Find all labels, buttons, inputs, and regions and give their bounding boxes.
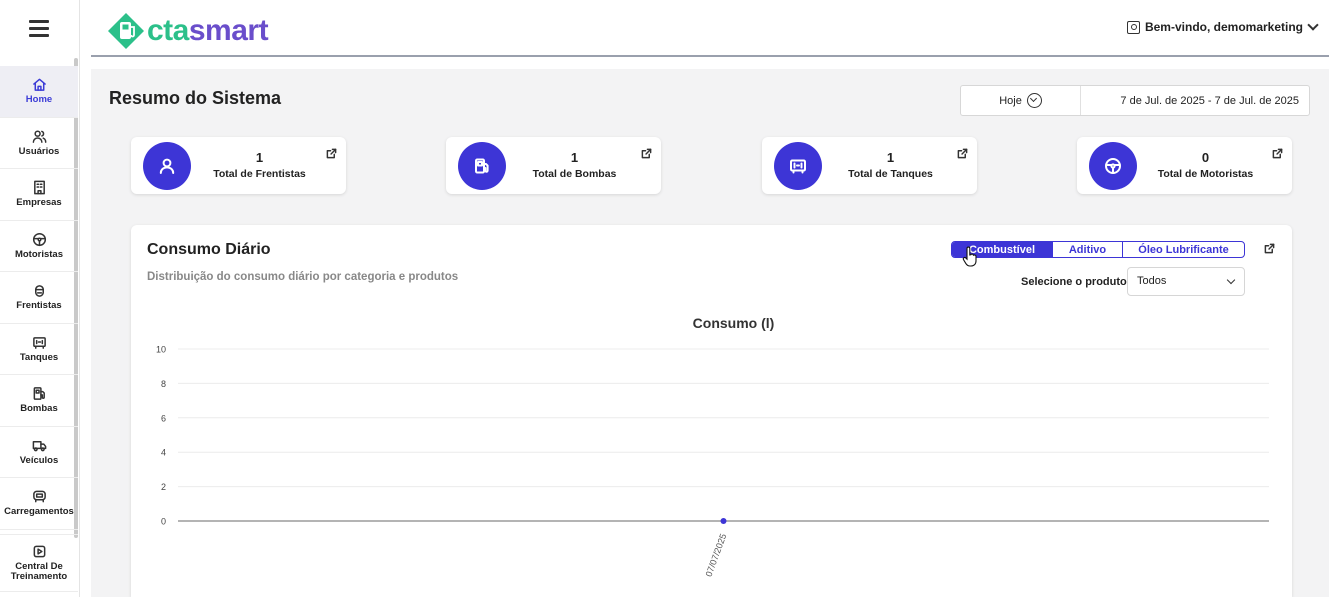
sidebar-item-empresas[interactable]: Empresas — [0, 169, 78, 221]
user-icon — [159, 158, 175, 174]
sidebar-item-label: Central De — [15, 560, 63, 572]
stat-card-frentistas: 1 Total de Frentistas — [131, 137, 346, 194]
sidebar-item-label: Usuários — [18, 145, 60, 157]
stat-card-bombas: 1 Total de Bombas — [446, 137, 661, 194]
stat-value: 1 — [570, 150, 579, 165]
stat-card-tanques: 1 Total de Tanques — [762, 137, 977, 194]
sidebar-item-bombas[interactable]: Bombas — [0, 375, 78, 427]
user-menu[interactable]: Bem-vindo, demomarketing — [1126, 19, 1319, 34]
sidebar-item-veiculos[interactable]: Veículos — [0, 427, 78, 478]
product-select-value: Todos — [1137, 275, 1167, 287]
chevron-down-icon — [1307, 19, 1319, 31]
users-icon — [32, 130, 46, 143]
sidebar-item-frentistas[interactable]: Frentistas — [0, 272, 78, 324]
stat-label: Total de Bombas — [532, 168, 617, 180]
stat-icon-badge — [458, 142, 506, 190]
sidebar-item-label: Veículos — [19, 454, 59, 466]
data-point — [720, 518, 727, 524]
loading-icon — [32, 490, 46, 503]
sidebar-item-home[interactable]: Home — [0, 66, 78, 118]
steering-wheel-icon — [32, 232, 46, 246]
stat-icon-badge — [143, 142, 191, 190]
tank-icon — [790, 159, 806, 174]
chart-title: Consumo (l) — [693, 315, 775, 331]
period-select[interactable]: Hoje — [961, 86, 1081, 115]
x-tick-label: 07/07/2025 — [704, 532, 729, 578]
building-icon — [33, 180, 45, 195]
y-tick-label: 6 — [161, 413, 166, 423]
stat-icon-badge — [774, 142, 822, 190]
external-link-icon[interactable] — [641, 146, 652, 159]
sidebar-item-label: Motoristas — [14, 248, 64, 260]
menu-icon[interactable] — [29, 20, 49, 38]
stat-card-motoristas: 0 Total de Motoristas — [1077, 137, 1292, 194]
stat-label: Total de Tanques — [848, 168, 933, 180]
tab-oleo-lubrificante[interactable]: Óleo Lubrificante — [1122, 242, 1244, 257]
page-title: Resumo do Sistema — [109, 88, 282, 108]
date-filter: Hoje 7 de Jul. de 2025 - 7 de Jul. de 20… — [960, 85, 1310, 116]
product-select-label: Selecione o produto: — [1021, 276, 1131, 288]
product-select[interactable]: Todos — [1127, 267, 1245, 296]
sidebar-item-usuarios[interactable]: Usuários — [0, 118, 78, 169]
user-greeting: Bem-vindo, demomarketing — [1144, 20, 1303, 34]
sidebar-item-central-de-treinamento[interactable]: Central De Treinamento — [0, 533, 78, 592]
user-badge-icon — [1126, 20, 1140, 34]
sidebar-item-label: Frentistas — [16, 300, 62, 312]
card-title: Consumo Diário — [147, 241, 271, 258]
home-icon — [32, 78, 46, 92]
date-range[interactable]: 7 de Jul. de 2025 - 7 de Jul. de 2025 — [1081, 95, 1309, 107]
external-link-icon[interactable] — [957, 146, 968, 159]
fuel-pump-icon — [475, 158, 489, 174]
card-subtitle: Distribuição do consumo diário por categ… — [147, 271, 459, 283]
steering-wheel-icon — [1105, 158, 1121, 174]
sidebar-item-label: Carregamentos — [4, 506, 74, 518]
daily-consumption-card: Consumo Diário Distribuição do consumo d… — [131, 225, 1292, 597]
sidebar-item-label: Bombas — [20, 403, 58, 415]
logo-text: ctasmart — [147, 14, 269, 47]
sidebar-item-label: Treinamento — [10, 570, 68, 582]
stat-value: 0 — [1201, 150, 1210, 165]
sidebar-item-label: Empresas — [16, 197, 62, 209]
ctasmart-logo[interactable]: ctasmart — [107, 12, 269, 50]
sidebar-item-label: Tanques — [19, 351, 59, 363]
y-tick-label: 0 — [161, 517, 166, 527]
external-link-icon[interactable] — [1264, 241, 1275, 254]
play-icon — [33, 545, 45, 557]
stat-label: Total de Motoristas — [1157, 168, 1254, 180]
chevron-down-icon — [1226, 275, 1236, 285]
hand-cursor-icon — [962, 246, 977, 267]
truck-icon — [32, 440, 46, 452]
stat-value: 1 — [886, 150, 895, 165]
y-tick-label: 2 — [161, 482, 166, 492]
y-tick-label: 8 — [161, 379, 166, 389]
y-tick-label: 4 — [161, 448, 166, 458]
main-content: Resumo do Sistema Hoje 7 de Jul. de 2025… — [91, 69, 1329, 597]
sidebar-item-carregamentos[interactable]: Carregamentos — [0, 478, 78, 530]
category-tabs: Combustível Aditivo Óleo Lubrificante — [951, 241, 1245, 258]
sidebar-item-label: Home — [25, 94, 53, 106]
period-label: Hoje — [999, 94, 1022, 107]
external-link-icon[interactable] — [1272, 146, 1283, 159]
y-tick-label: 10 — [156, 345, 166, 355]
tank-icon — [32, 336, 46, 349]
stat-value: 1 — [255, 150, 264, 165]
chevron-circle-down-icon — [1026, 93, 1042, 108]
sidebar-item-tanques[interactable]: Tanques — [0, 324, 78, 375]
fuel-pump-icon — [33, 387, 45, 401]
stat-label: Total de Frentistas — [213, 168, 306, 180]
sidebar-item-motoristas[interactable]: Motoristas — [0, 221, 78, 272]
sidebar: Home Usuários Empresas Motoristas Frenti… — [0, 0, 80, 597]
consumption-chart: Consumo (l) 0 2 4 6 8 10 07/07/2025 — [156, 315, 1269, 578]
tab-aditivo[interactable]: Aditivo — [1052, 242, 1122, 257]
logo-mark-icon — [108, 13, 144, 49]
stat-icon-badge — [1089, 142, 1137, 190]
sidebar-nav: Home Usuários Empresas Motoristas Frenti… — [0, 66, 78, 592]
attendant-icon — [34, 285, 44, 298]
external-link-icon[interactable] — [326, 146, 337, 159]
top-header: ctasmart Bem-vindo, demomarketing — [91, 0, 1329, 57]
